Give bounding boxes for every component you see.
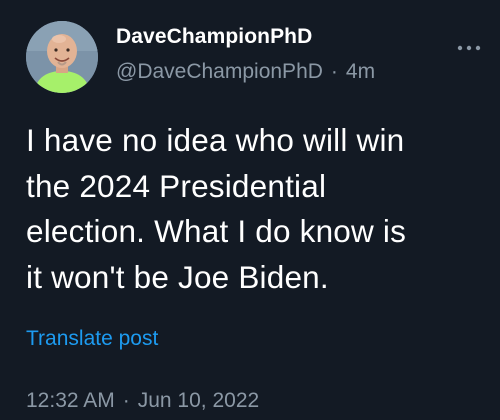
separator-dot: · [330,60,338,83]
post-timestamp-row: 12:32 AM · Jun 10, 2022 [26,389,259,413]
avatar-image [26,21,98,93]
relative-timestamp[interactable]: 4m [346,60,375,83]
post-time[interactable]: 12:32 AM [26,389,115,412]
user-handle[interactable]: @DaveChampionPhD [116,60,323,83]
post-date[interactable]: Jun 10, 2022 [138,389,259,412]
separator-dot: · [122,389,130,412]
tweet-card: DaveChampionPhD @DaveChampionPhD · 4m I ha… [0,0,500,420]
display-name[interactable]: DaveChampionPhD [116,25,312,49]
translate-post-link[interactable]: Translate post [26,327,158,351]
post-text: I have no idea who will win the 2024 Pre… [26,122,407,295]
avatar[interactable] [26,21,98,93]
more-options-icon[interactable] [456,40,482,51]
handle-row: @DaveChampionPhD · 4m [116,60,375,84]
